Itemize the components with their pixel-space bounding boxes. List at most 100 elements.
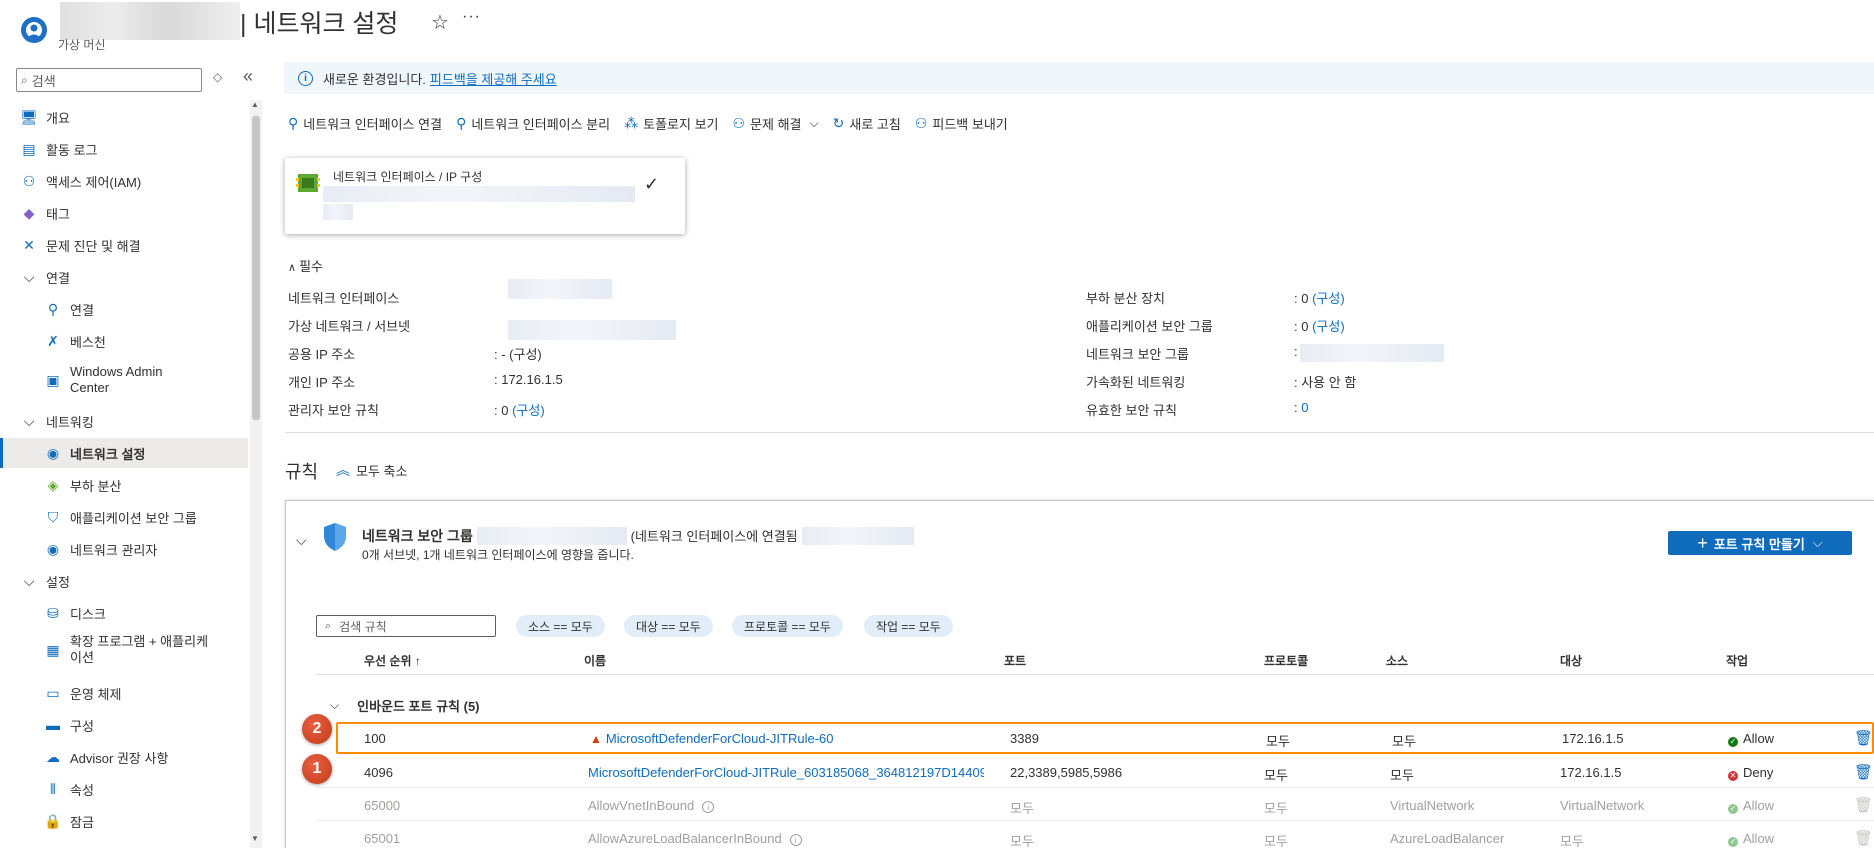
sidebar-item-activity-log[interactable]: ▤ 활동 로그 [0,138,248,160]
table-row[interactable]: 65000 AllowVnetInBound i 모두 모두 VirtualNet… [316,789,1874,821]
table-row[interactable]: 100 ▲ MicrosoftDefenderForCloud-JITRule-6… [336,722,1874,754]
rule-search-input[interactable]: ⌕ 검색 규칙 [316,615,496,637]
sidebar-item-windows-admin-center[interactable]: ▣ Windows Admin Center [0,362,248,398]
filter-action[interactable]: 작업 == 모두 [864,615,953,637]
row-protocol: 모두 [1264,768,1288,783]
os-icon: ▭ [46,684,60,701]
sidebar-item-advisor[interactable]: ☁ Advisor 권장 사항 [0,746,248,768]
delete-icon: 🗑 [1854,830,1874,847]
sidebar-group-connect[interactable]: ⌵ 연결 [0,266,248,288]
sidebar-item-bastion[interactable]: ✗ 베스천 [0,330,248,352]
col-source[interactable]: 소스 [1386,652,1408,669]
feedback-link[interactable]: 피드백을 제공해 주세요 [430,69,557,88]
sidebar-item-overview[interactable]: 🖥 개요 [0,106,248,128]
delete-icon[interactable]: 🗑 [1854,763,1873,781]
col-port[interactable]: 포트 [1004,652,1026,669]
lock-icon: 🔒 [44,812,62,829]
table-row[interactable]: 4096 MicrosoftDefenderForCloud-JITRule_6… [316,756,1874,788]
asg-config-link[interactable]: (구성) [1312,319,1345,334]
filter-destination[interactable]: 대상 == 모두 [624,615,713,637]
sidebar-item-asg[interactable]: ⛉ 애플리케이션 보안 그룹 [0,506,248,528]
row-action: ✕ Deny [1728,765,1774,781]
col-protocol[interactable]: 프로토콜 [1264,652,1308,669]
nic-selector-card[interactable]: 네트워크 인터페이스 / IP 구성 ✓ [285,158,685,234]
row-name: AllowVnetInBound i [588,798,715,813]
sidebar-group-networking[interactable]: ⌵ 네트워킹 [0,410,248,432]
row-name-link[interactable]: ▲MicrosoftDefenderForCloud-JITRule-60318… [590,731,834,746]
info-icon[interactable]: i [789,834,802,846]
row-port: 모두 [1010,834,1034,848]
scroll-down-icon[interactable]: ▼ [251,834,259,843]
sidebar-item-configuration[interactable]: ▬ 구성 [0,714,248,736]
sidebar-item-disks[interactable]: ⛁ 디스크 [0,602,248,624]
sidebar-group-settings[interactable]: ⌵ 설정 [0,570,248,592]
row-destination: VirtualNetwork [1560,798,1645,813]
delete-icon[interactable]: 🗑 [1854,729,1873,747]
effective-rules-link[interactable]: 0 [1301,400,1308,415]
sidebar-item-os[interactable]: ▭ 운영 체제 [0,682,248,704]
nic-name-redacted [801,527,914,545]
info-icon[interactable]: i [702,801,715,813]
ess-label-public-ip: 공용 IP 주소 [288,347,356,362]
advisor-icon: ☁ [46,748,60,765]
refresh-button[interactable]: ↻ 새로 고침 [833,114,901,133]
filter-protocol[interactable]: 프로토콜 == 모두 [732,615,843,637]
inbound-rules-group[interactable]: ⌵ 인바운드 포트 규칙 (5) [330,696,480,715]
command-bar: ⚲ 네트워크 인터페이스 연결 ⚲ 네트워크 인터페이스 분리 ⁂ 토폴로지 보기 ⚇… [288,114,1022,133]
annotation-badge: 1 [302,754,332,784]
col-action[interactable]: 작업 [1726,652,1748,669]
sidebar-item-network-manager[interactable]: ◉ 네트워크 관리자 [0,538,248,560]
collapse-sidebar-button[interactable]: « [243,66,253,87]
sidebar-search-input[interactable]: ⌕ 검색 [16,68,202,92]
sidebar-scrollbar-thumb[interactable] [252,116,260,420]
info-icon: i [298,70,313,86]
row-destination: 172.16.1.5 [1562,731,1624,746]
row-source: 모두 [1390,768,1414,783]
troubleshoot-button[interactable]: ⚇ 문제 해결 ⌵ [733,114,819,133]
sidebar-item-properties[interactable]: ⦀ 속성 [0,778,248,800]
filter-source[interactable]: 소스 == 모두 [516,615,605,637]
sidebar-item-locks[interactable]: 🔒 잠금 [0,810,248,832]
sidebar-item-extensions[interactable]: ▦ 확장 프로그램 + 애플리케이션 [0,632,248,668]
ess-value-public-ip[interactable]: : - (구성) [494,344,542,363]
network-manager-icon: ◉ [46,540,60,557]
nsg-expand-chevron-icon[interactable]: ⌵ [296,532,307,549]
sidebar-item-load-balancing[interactable]: ◈ 부하 분산 [0,474,248,496]
nic-name-redacted [323,186,635,202]
detach-nic-button[interactable]: ⚲ 네트워크 인터페이스 분리 [456,114,610,133]
bastion-icon: ✗ [47,332,59,349]
row-protocol: 모두 [1266,734,1290,749]
admin-rules-config-link[interactable]: (구성) [512,403,545,418]
page-title: | 네트워크 설정 [240,10,399,38]
collapse-all-button[interactable]: ︽ 모두 축소 [336,460,407,480]
sidebar-item-network-settings[interactable]: ◉ 네트워크 설정 [0,438,248,468]
topology-button[interactable]: ⁂ 토폴로지 보기 [624,114,718,133]
row-destination: 172.16.1.5 [1560,765,1622,780]
scroll-up-icon[interactable]: ▲ [251,100,259,109]
sidebar-item-connect[interactable]: ⚲ 연결 [0,298,248,320]
ip-config-redacted [323,204,353,220]
ess-label-private-ip: 개인 IP 주소 [288,375,356,390]
monitor-icon: 🖥 [20,108,38,125]
sidebar-item-tags[interactable]: ◆ 태그 [0,202,248,224]
col-destination[interactable]: 대상 [1560,652,1582,669]
star-icon[interactable]: ☆ [431,10,449,35]
col-name[interactable]: 이름 [584,652,606,669]
sidebar-item-diagnose[interactable]: ✕ 문제 진단 및 해결 [0,234,248,256]
checkmark-icon: ✓ [644,174,660,194]
ess-value-private-ip: : 172.16.1.5 [494,372,563,387]
lb-config-link[interactable]: (구성) [1312,291,1345,306]
create-port-rule-button[interactable]: + 포트 규칙 만들기 ⌵ [1668,531,1852,555]
more-options-button[interactable]: ··· [462,8,481,26]
shield-icon [324,523,346,551]
ess-label-effective-rules: 유효한 보안 규칙 [1086,403,1177,418]
attach-nic-button[interactable]: ⚲ 네트워크 인터페이스 연결 [288,114,442,133]
topology-icon: ⁂ [624,115,639,131]
essentials-toggle[interactable]: ∧ 필수 [288,256,323,275]
col-priority[interactable]: 우선 순위 ↑ [364,652,421,669]
sort-icon[interactable]: ◇ [213,70,222,84]
sidebar-item-iam[interactable]: ⚇ 액세스 제어(IAM) [0,170,248,192]
feedback-button[interactable]: ⚇ 피드백 보내기 [915,114,1008,133]
row-name-link[interactable]: MicrosoftDefenderForCloud-JITRule_603185… [588,765,984,780]
table-row[interactable]: 65001 AllowAzureLoadBalancerInBound i 모두 … [316,822,1874,848]
